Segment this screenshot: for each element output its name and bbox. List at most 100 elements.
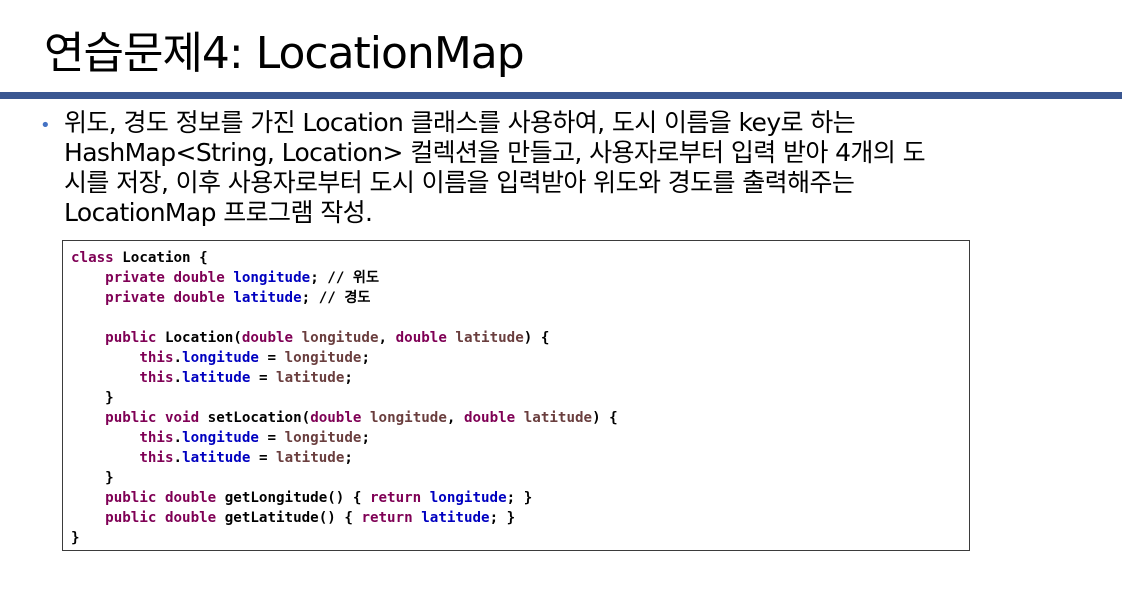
code-line: public Location(double longitude, double… — [71, 328, 618, 348]
code-field: longitude — [182, 350, 259, 366]
code-keyword: class — [71, 250, 114, 266]
code-text: ) { — [592, 410, 618, 426]
code-comment: // 위도 — [327, 270, 380, 286]
code-parameter: longitude — [369, 410, 447, 426]
code-line: public void setLocation(double longitude… — [71, 408, 618, 428]
code-keyword: double — [310, 410, 362, 426]
code-text: Location { — [113, 250, 208, 266]
code-text: } — [71, 470, 114, 486]
code-text: getLongitude() { — [216, 490, 370, 506]
code-parameter: longitude — [284, 350, 362, 366]
code-line — [71, 308, 618, 328]
code-keyword: return — [361, 510, 413, 526]
code-line: this.latitude = latitude; — [71, 368, 618, 388]
code-keyword: this — [139, 350, 174, 366]
code-parameter: latitude — [455, 330, 524, 346]
bullet-line: 시를 저장, 이후 사용자로부터 도시 이름을 입력받아 위도와 경도를 출력해… — [64, 168, 855, 197]
code-text: ; — [344, 370, 353, 386]
code-text: . — [173, 370, 183, 386]
code-keyword: public double — [105, 490, 217, 506]
code-text: ; } — [489, 510, 516, 526]
bullet-line: HashMap<String, Location> 컬렉션을 만들고, 사용자로… — [64, 138, 926, 167]
code-field: longitude — [182, 430, 259, 446]
code-text: ; — [361, 430, 370, 446]
code-parameter: latitude — [276, 370, 345, 386]
code-field: longitude — [429, 490, 507, 506]
code-line: class Location { — [71, 248, 618, 268]
code-text: . — [173, 450, 183, 466]
page-title: 연습문제4: LocationMap — [44, 28, 525, 79]
code-text: = — [258, 430, 285, 446]
code-line: } — [71, 468, 618, 488]
code-field: longitude — [233, 270, 311, 286]
code-keyword: private double — [105, 270, 225, 286]
code-text: . — [173, 430, 183, 446]
code-text: ; — [361, 350, 370, 366]
code-text: ; — [344, 450, 353, 466]
code-line: private double latitude; // 경도 — [71, 288, 618, 308]
bullet-icon: • — [40, 115, 51, 136]
code-area: class Location { private double longitud… — [71, 248, 618, 548]
code-keyword: this — [139, 370, 174, 386]
code-keyword: return — [369, 490, 422, 506]
code-line: } — [71, 388, 618, 408]
code-text: ; — [310, 270, 328, 286]
code-field: latitude — [421, 510, 490, 526]
code-text: . — [173, 350, 183, 366]
code-keyword: public void — [105, 410, 200, 426]
code-keyword: double — [241, 330, 294, 346]
code-text: } — [71, 390, 114, 406]
code-text: setLocation( — [199, 410, 311, 426]
code-text: = — [250, 450, 277, 466]
code-text: = — [258, 350, 285, 366]
code-field: latitude — [233, 290, 302, 306]
code-keyword: this — [139, 450, 174, 466]
code-keyword: public double — [105, 510, 217, 526]
code-text: } — [71, 530, 80, 546]
code-comment: // 경도 — [318, 290, 371, 306]
code-line: public double getLongitude() { return lo… — [71, 488, 618, 508]
code-text: getLatitude() { — [216, 510, 362, 526]
code-line: } — [71, 528, 618, 548]
code-line: this.latitude = latitude; — [71, 448, 618, 468]
bullet-line: 위도, 경도 정보를 가진 Location 클래스를 사용하여, 도시 이름을… — [64, 108, 856, 137]
code-keyword: public — [105, 330, 157, 346]
code-keyword: double — [395, 330, 447, 346]
code-text: Location( — [156, 330, 242, 346]
bullet-text: 위도, 경도 정보를 가진 Location 클래스를 사용하여, 도시 이름을… — [64, 108, 1074, 228]
code-line: this.longitude = longitude; — [71, 348, 618, 368]
code-keyword: private double — [105, 290, 225, 306]
code-parameter: latitude — [523, 410, 593, 426]
code-listing: class Location { private double longitud… — [62, 240, 970, 551]
code-line: public double getLatitude() { return lat… — [71, 508, 618, 528]
code-parameter: longitude — [284, 430, 362, 446]
code-field: latitude — [182, 370, 251, 386]
code-keyword: double — [463, 410, 516, 426]
code-text: ) { — [523, 330, 550, 346]
code-text: , — [446, 410, 464, 426]
title-divider — [0, 92, 1122, 99]
code-keyword: this — [139, 430, 174, 446]
bullet-line: LocationMap 프로그램 작성. — [64, 198, 373, 227]
code-parameter: latitude — [276, 450, 345, 466]
code-line: this.longitude = longitude; — [71, 428, 618, 448]
code-parameter: longitude — [301, 330, 379, 346]
code-field: latitude — [182, 450, 251, 466]
code-line: private double longitude; // 위도 — [71, 268, 618, 288]
